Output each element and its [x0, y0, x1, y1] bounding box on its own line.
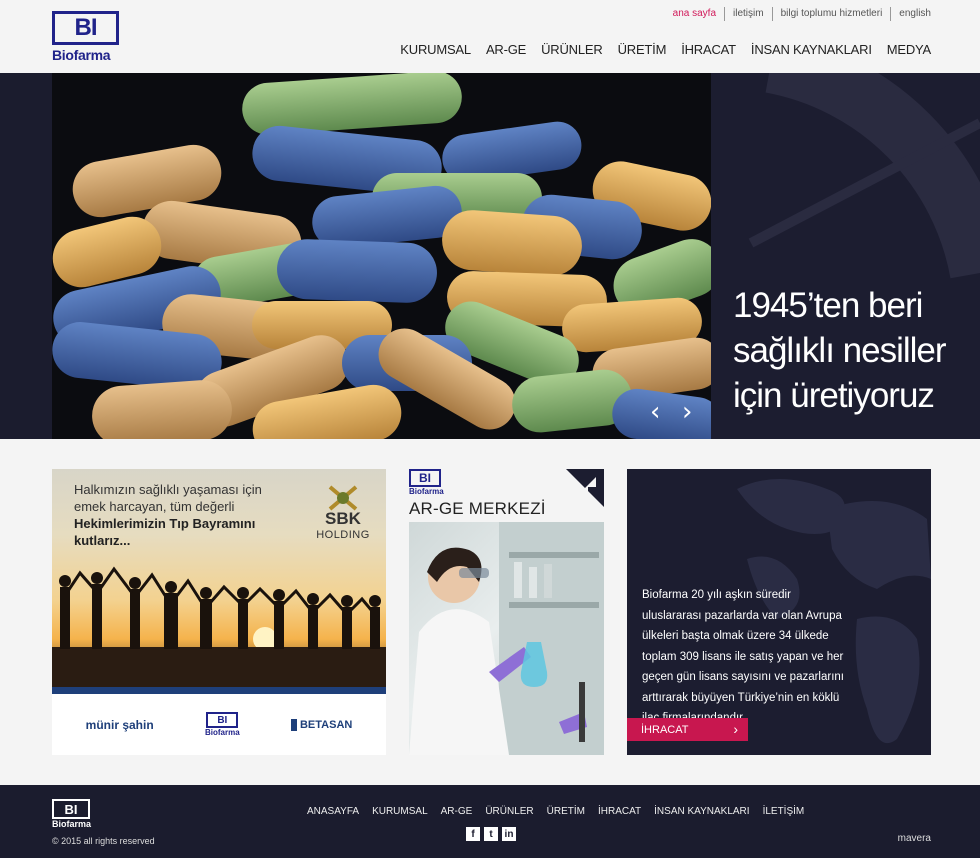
hero-tagline: 1945’ten beri sağlıklı nesiller için üre…: [733, 286, 947, 415]
chevron-left-icon[interactable]: ‹: [650, 399, 660, 425]
ihracat-button[interactable]: İHRACAT ›: [627, 718, 748, 741]
nav-item-medya[interactable]: MEDYA: [887, 42, 931, 57]
munir-sahin-logo: münir şahin: [85, 717, 154, 732]
export-card: Biofarma 20 yılı aşkın süredir uluslarar…: [627, 469, 931, 755]
hero-pills-image: ‹ ›: [52, 73, 711, 439]
nav-item-ihracat[interactable]: İHRACAT: [681, 42, 736, 57]
copyright: © 2015 all rights reserved: [52, 836, 155, 846]
footer-link-uretim[interactable]: ÜRETİM: [547, 806, 585, 817]
tip-bayrami-banner[interactable]: Halkımızın sağlıklı yaşaması için emek h…: [52, 469, 386, 755]
banner-message: Halkımızın sağlıklı yaşaması için emek h…: [74, 481, 284, 549]
top-link-contact[interactable]: iletişim: [724, 7, 772, 21]
biofarma-small-name: Biofarma: [204, 728, 240, 737]
chevron-right-icon: ›: [733, 721, 738, 737]
top-link-home[interactable]: ana sayfa: [665, 7, 724, 21]
banner-line-2: emek harcayan, tüm değerli: [74, 499, 235, 514]
banner-strip: [52, 687, 386, 694]
nav-item-insan-kaynaklari[interactable]: İNSAN KAYNAKLARI: [751, 42, 872, 57]
footer-link-insan-kaynaklari[interactable]: İNSAN KAYNAKLARI: [654, 806, 749, 817]
linkedin-icon[interactable]: in: [502, 827, 516, 841]
lab-scientist-image: [409, 522, 604, 755]
hero-slider: ‹ › 1945’ten beri sağlıklı nesiller için…: [0, 73, 980, 439]
betasan-logo: BETASAN: [290, 718, 353, 731]
biofarma-logo[interactable]: BI Biofarma: [52, 11, 119, 63]
export-description: Biofarma 20 yılı aşkın süredir uluslarar…: [642, 589, 845, 724]
sbk-emblem-icon: [328, 485, 358, 511]
banner-line-1: Halkımızın sağlıklı yaşaması için: [74, 482, 262, 497]
arge-logo-mark: BI: [409, 469, 441, 487]
facebook-icon[interactable]: f: [466, 827, 480, 841]
footer-link-anasayfa[interactable]: ANASAYFA: [307, 806, 359, 817]
agency-credit[interactable]: mavera: [898, 833, 931, 844]
arge-title: AR-GE MERKEZİ: [409, 499, 546, 518]
biofarma-small-logo: BI Biofarma: [205, 712, 240, 737]
twitter-icon[interactable]: t: [484, 827, 498, 841]
logo-mark: BI: [52, 11, 119, 45]
hero-tagline-panel: 1945’ten beri sağlıklı nesiller için üre…: [711, 73, 980, 439]
top-link-info-society[interactable]: bilgi toplumu hizmetleri: [771, 7, 891, 21]
arrow-up-left-icon[interactable]: [566, 469, 604, 507]
banner-bold-1: Hekimlerimizin Tıp Bayramını: [74, 516, 256, 531]
footer-link-ihracat[interactable]: İHRACAT: [598, 806, 641, 817]
arge-card[interactable]: BI Biofarma AR-GE MERKEZİ: [409, 469, 604, 755]
main-nav: KURUMSAL AR-GE ÜRÜNLER ÜRETİM İHRACAT İN…: [400, 42, 931, 57]
social-links: f t in: [466, 827, 516, 841]
footer-link-arge[interactable]: AR-GE: [441, 806, 473, 817]
group-logos: münir şahin BI Biofarma BETASAN: [52, 694, 386, 755]
nav-item-kurumsal[interactable]: KURUMSAL: [400, 42, 471, 57]
sbk-subtitle: HOLDING: [316, 529, 370, 541]
arge-logo-name: Biofarma: [409, 487, 444, 496]
footer-nav: ANASAYFA KURUMSAL AR-GE ÜRÜNLER ÜRETİM İ…: [307, 806, 804, 817]
chevron-right-icon[interactable]: ›: [682, 399, 692, 425]
nav-item-arge[interactable]: AR-GE: [486, 42, 526, 57]
sbk-holding-logo: SBK HOLDING: [308, 483, 378, 541]
lab-illustration: [409, 522, 604, 755]
nav-item-uretim[interactable]: ÜRETİM: [618, 42, 667, 57]
banner-bold-2: kutlarız...: [74, 533, 131, 548]
biofarma-small-mark: BI: [206, 712, 239, 728]
pills-illustration: [52, 73, 711, 439]
site-footer: BI Biofarma © 2015 all rights reserved A…: [0, 785, 980, 858]
footer-link-kurumsal[interactable]: KURUMSAL: [372, 806, 428, 817]
nav-item-urunler[interactable]: ÜRÜNLER: [541, 42, 603, 57]
footer-link-iletisim[interactable]: İLETİŞİM: [763, 806, 805, 817]
top-links: ana sayfa iletişim bilgi toplumu hizmetl…: [665, 7, 931, 21]
sunset-image: Halkımızın sağlıklı yaşaması için emek h…: [52, 469, 386, 687]
footer-logo-mark: BI: [52, 799, 90, 819]
ihracat-button-label: İHRACAT: [641, 723, 689, 736]
logo-name: Biofarma: [52, 47, 111, 63]
footer-logo-name: Biofarma: [52, 819, 92, 829]
arge-biofarma-logo: BI Biofarma: [409, 469, 444, 496]
footer-link-urunler[interactable]: ÜRÜNLER: [485, 806, 533, 817]
footer-logo[interactable]: BI Biofarma: [52, 799, 91, 829]
site-header: BI Biofarma ana sayfa iletişim bilgi top…: [0, 0, 980, 73]
top-link-english[interactable]: english: [890, 7, 931, 21]
